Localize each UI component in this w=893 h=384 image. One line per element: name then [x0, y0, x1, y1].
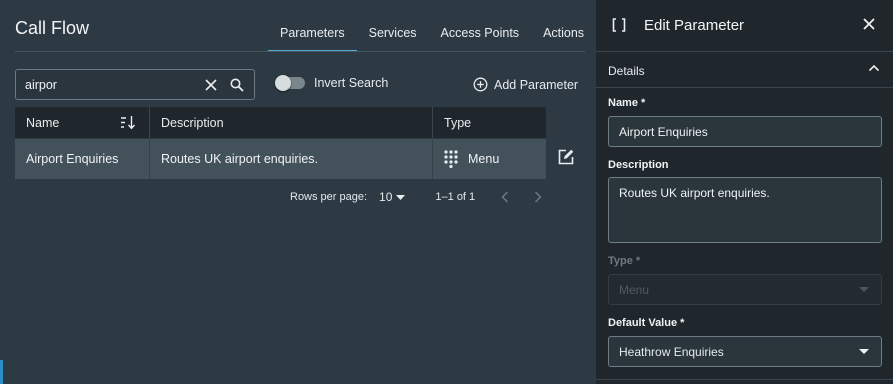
caret-down-icon — [859, 349, 869, 354]
name-label: Name * — [608, 97, 646, 109]
column-header-name: Name — [15, 107, 150, 138]
invert-search-control: Invert Search — [275, 75, 389, 91]
add-circle-icon — [473, 77, 488, 92]
pagination: Rows per page: 10 1–1 of 1 — [290, 190, 542, 204]
close-icon — [863, 18, 875, 30]
rows-per-page-label: Rows per page: — [290, 191, 368, 203]
tab-services[interactable]: Services — [357, 16, 429, 52]
chevron-right-icon — [535, 191, 542, 203]
default-value-label: Default Value * — [608, 317, 685, 329]
toggle-knob — [275, 75, 291, 91]
search-button[interactable] — [224, 72, 250, 98]
cell-description: Routes UK airport enquiries. — [150, 139, 433, 179]
details-section-toggle[interactable]: Details — [596, 53, 893, 88]
rows-per-page-select[interactable]: 10 — [379, 190, 406, 204]
cell-type: Menu — [433, 139, 546, 179]
edit-parameter-panel: Edit Parameter Details Name * Descriptio… — [596, 0, 893, 384]
name-field[interactable] — [608, 116, 882, 147]
default-value-select-value: Heathrow Enquiries — [619, 344, 724, 359]
type-select: Menu — [608, 274, 882, 305]
search-box — [15, 69, 255, 100]
previous-page-button[interactable] — [501, 191, 509, 203]
cell-type-label: Menu — [468, 152, 500, 166]
page-title: Call Flow — [15, 18, 90, 38]
rows-per-page-value: 10 — [379, 190, 393, 204]
panel-header: Edit Parameter — [596, 0, 893, 52]
clear-search-button[interactable] — [198, 72, 224, 98]
page-range: 1–1 of 1 — [435, 191, 476, 203]
table-row[interactable]: Airport Enquiries Routes UK airport enqu… — [15, 139, 546, 179]
invert-search-label: Invert Search — [314, 76, 389, 90]
sort-descending-icon — [121, 116, 136, 130]
chevron-left-icon — [501, 191, 509, 203]
type-select-value: Menu — [619, 282, 650, 297]
column-header-type: Type — [444, 115, 472, 130]
table-header: Name Description Type — [15, 107, 546, 138]
column-header-description: Description — [150, 107, 433, 138]
edit-row-button[interactable] — [557, 148, 575, 171]
panel-title: Edit Parameter — [644, 17, 745, 34]
search-input[interactable] — [16, 70, 198, 99]
tab-parameters[interactable]: Parameters — [268, 16, 357, 52]
next-page-button[interactable] — [534, 191, 542, 203]
details-section-label: Details — [608, 64, 645, 78]
sort-button[interactable] — [120, 115, 136, 133]
caret-down-icon — [859, 287, 869, 292]
call-flow-panel: Call Flow Parameters Services Access Poi… — [0, 0, 596, 384]
close-icon — [205, 78, 217, 91]
caret-down-icon — [396, 194, 406, 200]
type-label: Type * — [608, 255, 641, 267]
add-parameter-button[interactable]: Add Parameter — [473, 77, 578, 92]
close-panel-button[interactable] — [862, 17, 876, 36]
invert-search-toggle[interactable] — [275, 75, 305, 91]
dialpad-icon — [444, 150, 458, 168]
parameters-table: Name Description Type Airport Enquiries … — [15, 107, 546, 179]
tabs-divider — [15, 51, 585, 52]
cell-name: Airport Enquiries — [15, 139, 150, 179]
brackets-icon — [612, 18, 626, 32]
tab-access-points[interactable]: Access Points — [429, 16, 532, 52]
default-value-select[interactable]: Heathrow Enquiries — [608, 336, 882, 367]
column-header-name-label: Name — [26, 115, 60, 130]
chevron-up-icon — [868, 64, 880, 72]
scroll-indicator — [0, 360, 3, 384]
description-field[interactable]: Routes UK airport enquiries. — [608, 177, 882, 243]
tab-bar: Parameters Services Access Points Action… — [268, 16, 596, 52]
edit-icon — [558, 149, 574, 165]
tab-actions[interactable]: Actions — [531, 16, 596, 52]
search-icon — [230, 78, 244, 92]
add-parameter-label: Add Parameter — [494, 77, 579, 92]
panel-divider — [596, 379, 893, 380]
description-label: Description — [608, 159, 669, 171]
